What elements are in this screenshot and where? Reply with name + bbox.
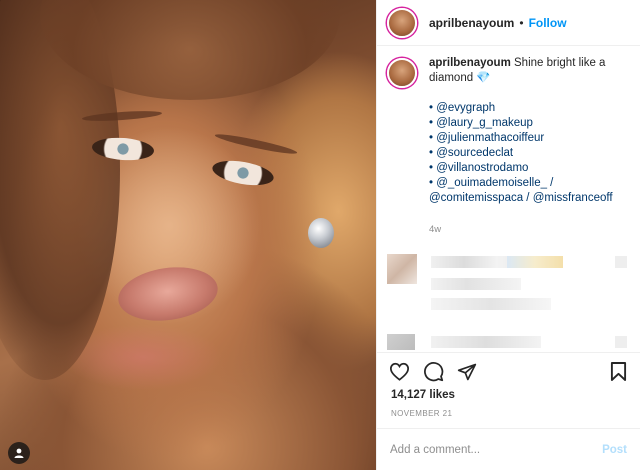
photo-eye-right [210,156,276,190]
tag-link[interactable]: • @julienmathacoiffeur [429,131,625,146]
blurred-text [507,256,563,268]
follow-button[interactable]: Follow [529,16,567,30]
comment-icon[interactable] [421,360,445,384]
comment-box: Post [377,428,640,470]
post-header: aprilbenayoum • Follow [377,0,640,46]
blurred-text [431,278,521,290]
blurred-text [431,336,541,348]
diamond-emoji: 💎 [476,72,491,84]
person-tag-icon[interactable] [8,442,30,464]
tag-link[interactable]: • @sourcedeclat [429,146,625,161]
blurred-comment [387,334,630,352]
post-photo[interactable] [0,0,376,470]
tag-link[interactable]: • @villanostrodamo [429,161,625,176]
caption: aprilbenayoum Shine bright like a diamon… [377,56,640,237]
tag-link[interactable]: @comitemisspaca / @missfranceoff [429,191,625,206]
blurred-text [615,256,627,268]
photo-brow-right [214,131,298,157]
heart-icon[interactable] [387,360,411,384]
header-separator: • [519,15,524,30]
blurred-avatar [387,334,415,350]
tag-link[interactable]: • @_ouimademoiselle_ / [429,176,625,191]
blurred-comment [387,292,630,322]
avatar[interactable] [387,7,417,38]
header-username[interactable]: aprilbenayoum [429,16,514,30]
blurred-avatar [387,254,417,284]
comment-input[interactable] [390,443,603,456]
post-button[interactable]: Post [602,444,627,456]
caption-body: aprilbenayoum Shine bright like a diamon… [429,56,625,237]
post-age[interactable]: 4w [429,222,625,237]
photo-lips [114,261,222,327]
caption-avatar[interactable] [387,58,417,88]
share-icon[interactable] [455,360,479,384]
blurred-text [615,336,627,348]
action-bar [377,352,640,390]
tag-list: • @evygraph • @laury_g_makeup • @julienm… [429,101,625,206]
photo-earring [308,218,334,248]
blurred-comment [387,254,630,294]
tag-link[interactable]: • @evygraph [429,101,625,116]
bookmark-icon[interactable] [606,360,630,384]
like-count[interactable]: 14,127 likes [391,389,455,401]
tag-link[interactable]: • @laury_g_makeup [429,116,625,131]
caption-username[interactable]: aprilbenayoum [429,57,511,69]
blurred-text [431,298,551,310]
post-panel: aprilbenayoum • Follow aprilbenayoum Shi… [376,0,640,470]
post-date: NOVEMBER 21 [391,409,453,418]
